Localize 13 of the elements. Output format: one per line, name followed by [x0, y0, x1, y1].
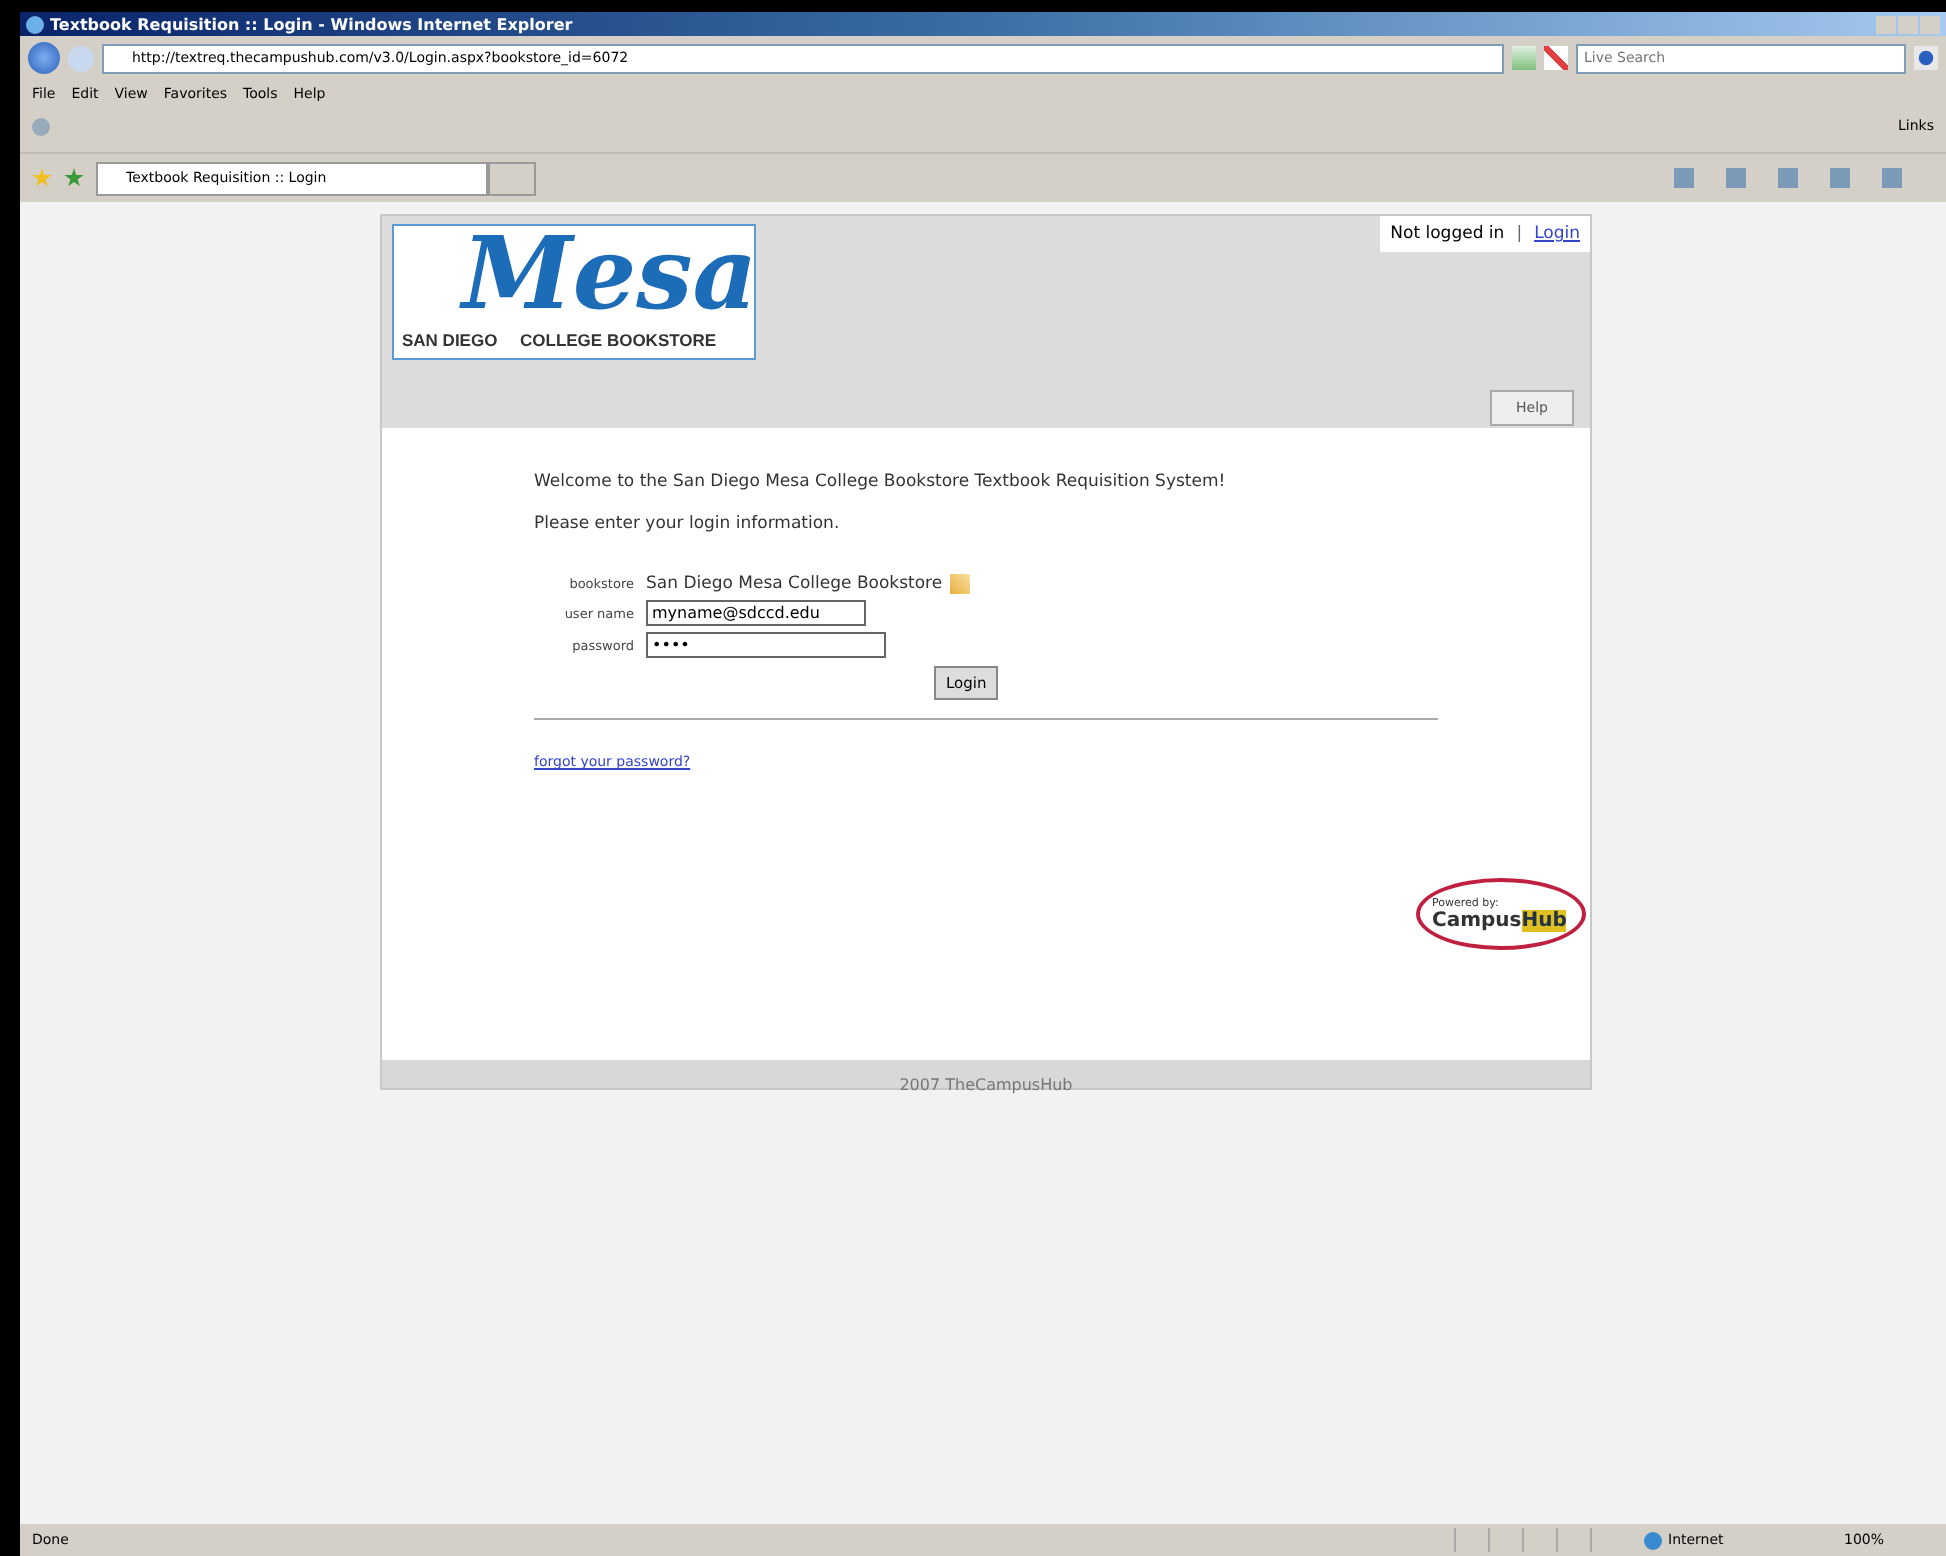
username-field[interactable]: myname@sdccd.edu — [646, 600, 866, 626]
add-favorite-icon[interactable] — [64, 168, 84, 188]
welcome-text: Welcome to the San Diego Mesa College Bookstore Textbook Requisition System! — [534, 472, 1228, 492]
copyright-text: 2007 TheCampusHub — [899, 1076, 1073, 1094]
separator: | — [1516, 224, 1523, 244]
password-field[interactable]: •••• — [646, 632, 886, 658]
window-title: Textbook Requisition :: Login - Windows Internet Explorer — [50, 15, 575, 33]
logo: Mesa SAN DIEGO COLLEGE BOOKSTORE — [392, 224, 756, 360]
new-tab-button[interactable] — [488, 161, 536, 195]
login-link[interactable]: Login — [1534, 224, 1580, 244]
bookstore-name: San Diego Mesa College Bookstore — [646, 574, 943, 594]
login-status: Not logged in — [1390, 224, 1505, 244]
instruction-text: Please enter your login information. — [534, 514, 842, 534]
